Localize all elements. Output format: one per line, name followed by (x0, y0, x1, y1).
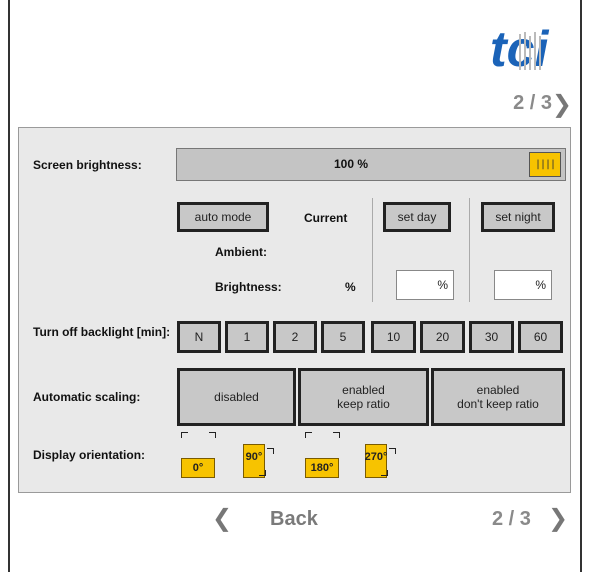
orientation-0-label: 0° (181, 458, 215, 478)
bracket-corner-icon (333, 432, 340, 438)
backlight-label: Turn off backlight [min]: (33, 325, 171, 339)
scaling-no-keep-ratio-button[interactable]: enabled don't keep ratio (431, 368, 565, 426)
auto-mode-button[interactable]: auto mode (177, 202, 269, 232)
brightness-value: 100 % (333, 157, 369, 171)
page-indicator-bottom: 2 / 3 (492, 508, 531, 530)
orientation-label: Display orientation: (33, 448, 146, 462)
backlight-option-20[interactable]: 20 (420, 321, 465, 353)
orientation-180-button[interactable]: 180° (305, 432, 345, 478)
backlight-option-30[interactable]: 30 (469, 321, 514, 353)
backlight-option-2[interactable]: 2 (273, 321, 317, 353)
bottom-navigation: ❮ Back 2 / 3 ❯ (0, 500, 590, 536)
bracket-corner-icon (389, 448, 396, 454)
bracket-corner-icon (267, 448, 274, 454)
bracket-corner-icon (305, 432, 312, 438)
backlight-option-1[interactable]: 1 (225, 321, 269, 353)
back-button[interactable]: Back (270, 508, 318, 531)
set-night-button[interactable]: set night (481, 202, 555, 232)
brightness-slider[interactable]: 100 % |||| (176, 148, 566, 181)
scaling-keep-ratio-line1: enabled (342, 383, 385, 397)
column-divider-2 (469, 198, 470, 302)
orientation-90-button[interactable]: 90° (243, 432, 283, 478)
ambient-label: Ambient: (215, 245, 267, 259)
screen-brightness-label: Screen brightness: (33, 158, 142, 172)
day-brightness-input[interactable]: % (396, 270, 454, 300)
column-divider-1 (372, 198, 373, 302)
scaling-no-keep-ratio-line2: don't keep ratio (457, 397, 539, 411)
orientation-180-label: 180° (305, 458, 339, 478)
chevron-left-icon[interactable]: ❮ (212, 504, 232, 532)
page-indicator-top: 2 / 3 (513, 92, 552, 114)
chevron-right-icon[interactable]: ❯ (552, 90, 572, 118)
scaling-disabled-button[interactable]: disabled (177, 368, 296, 426)
orientation-270-button[interactable]: 270° (365, 432, 405, 478)
night-brightness-input[interactable]: % (494, 270, 552, 300)
bracket-corner-icon (181, 432, 188, 438)
backlight-option-60[interactable]: 60 (518, 321, 563, 353)
bracket-corner-icon (209, 432, 216, 438)
current-label: Current (304, 211, 348, 225)
scaling-no-keep-ratio-line1: enabled (476, 383, 520, 397)
backlight-option-N[interactable]: N (177, 321, 221, 353)
settings-panel: Screen brightness: 100 % |||| auto mode … (18, 127, 571, 493)
scaling-disabled-label: disabled (214, 390, 259, 404)
current-brightness-unit: % (345, 280, 356, 294)
orientation-0-button[interactable]: 0° (181, 432, 221, 478)
scaling-label: Automatic scaling: (33, 390, 141, 404)
set-day-button[interactable]: set day (383, 202, 451, 232)
bracket-corner-icon (381, 470, 388, 476)
bracket-corner-icon (259, 470, 266, 476)
tci-logo: tci (490, 22, 549, 74)
backlight-option-10[interactable]: 10 (371, 321, 416, 353)
chevron-right-icon[interactable]: ❯ (548, 504, 568, 532)
scaling-keep-ratio-line2: keep ratio (337, 397, 390, 411)
scaling-keep-ratio-button[interactable]: enabled keep ratio (298, 368, 429, 426)
brightness-label: Brightness: (215, 280, 282, 294)
brightness-slider-handle[interactable]: |||| (529, 152, 561, 177)
backlight-option-5[interactable]: 5 (321, 321, 365, 353)
